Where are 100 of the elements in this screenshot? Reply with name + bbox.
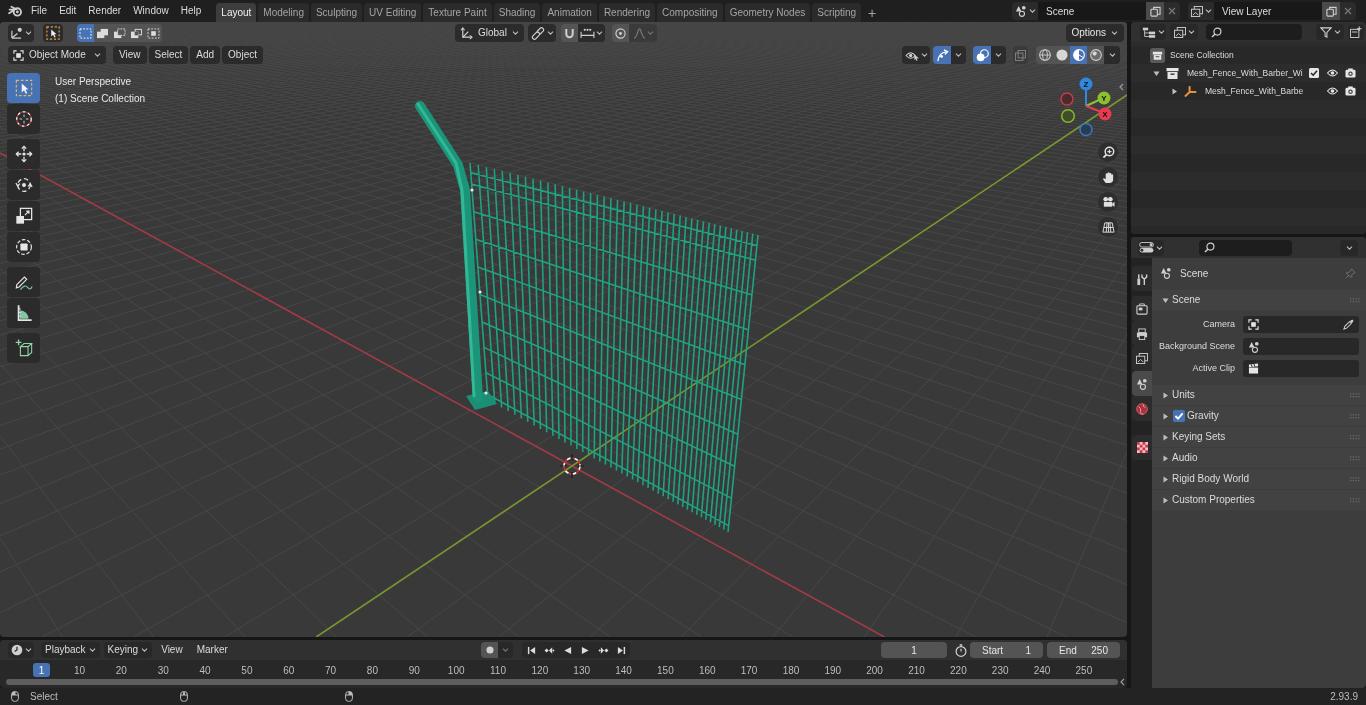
pan-button[interactable] [1098, 167, 1118, 187]
disclosure-triangle-icon[interactable] [1171, 87, 1178, 95]
workspace-tab[interactable]: Shading [493, 3, 541, 22]
visibility-dropdown[interactable] [902, 46, 930, 64]
workspace-tab[interactable]: Geometry Nodes [724, 3, 811, 22]
snap-target-dropdown[interactable] [578, 24, 605, 42]
scene-name-field[interactable]: Scene [1038, 2, 1146, 20]
disclosure-triangle-icon[interactable] [1162, 454, 1169, 462]
auto-keying-button[interactable] [481, 642, 498, 658]
view-layer-field[interactable]: View Layer [1214, 2, 1322, 20]
panel-header[interactable]: Scene [1152, 290, 1366, 310]
proportional-editing-button[interactable] [612, 24, 629, 42]
playhead[interactable]: 1 [33, 663, 50, 677]
outliner-item-label[interactable]: Mesh_Fence_With_Barber_Wi [1187, 66, 1303, 80]
search-field[interactable] [1199, 239, 1292, 256]
jump-to-end-button[interactable] [612, 642, 630, 658]
current-frame-field[interactable]: 1 [881, 642, 947, 658]
tool-button[interactable] [7, 170, 40, 200]
scene-browse-dropdown[interactable] [1012, 2, 1038, 20]
tool-button[interactable] [7, 298, 40, 328]
disclosure-triangle-icon[interactable] [1162, 475, 1169, 483]
tool-button[interactable] [7, 232, 40, 262]
editor-type-button[interactable] [8, 24, 34, 42]
workspace-tab[interactable]: Animation [542, 3, 597, 22]
disclosure-triangle-icon[interactable] [1162, 433, 1169, 441]
select-tool-button[interactable] [43, 24, 63, 42]
xray-toggle-button[interactable] [1013, 46, 1028, 64]
menu-item[interactable]: Help [180, 6, 202, 16]
selection-mode-button[interactable] [94, 24, 111, 42]
chevron-left-icon[interactable] [1120, 678, 1125, 686]
tool-button[interactable] [7, 104, 40, 134]
negative-z-axis-handle[interactable] [1079, 122, 1093, 137]
panel-header[interactable]: Gravity [1152, 406, 1366, 426]
disclosure-triangle-icon[interactable] [1162, 412, 1169, 420]
properties-tab[interactable] [1132, 396, 1152, 421]
panel-header[interactable]: Keying Sets [1152, 427, 1366, 447]
z-axis-handle[interactable]: Z [1079, 77, 1093, 107]
add-workspace-button[interactable]: + [865, 3, 880, 22]
jump-to-start-button[interactable] [522, 642, 540, 658]
close-button[interactable] [1164, 2, 1180, 20]
selection-mode-button[interactable] [111, 24, 128, 42]
workspace-tab[interactable]: Compositing [657, 3, 723, 22]
panel-header[interactable]: Units [1152, 385, 1366, 405]
disclosure-triangle-icon[interactable] [1162, 496, 1169, 504]
header-menu-button[interactable]: View [113, 46, 147, 64]
disclosure-triangle-icon[interactable] [1153, 69, 1160, 77]
editor-type-button[interactable] [8, 642, 34, 658]
eyedropper-icon[interactable] [1343, 319, 1354, 330]
zoom-button[interactable] [1098, 142, 1118, 162]
tool-button[interactable] [7, 267, 40, 297]
duplicate-button[interactable] [1322, 2, 1340, 20]
panel-header[interactable]: Rigid Body World [1152, 469, 1366, 489]
workspace-tab[interactable]: Scripting [812, 3, 862, 22]
properties-tab[interactable] [1132, 435, 1152, 460]
shading-mode-button[interactable] [1053, 46, 1070, 64]
menu-item[interactable]: File [31, 6, 48, 16]
camera-view-button[interactable] [1098, 192, 1118, 212]
workspace-tab[interactable]: UV Editing [364, 3, 422, 22]
header-menu-button[interactable]: Select [148, 46, 189, 64]
properties-tab[interactable] [1132, 266, 1152, 291]
negative-x-axis-handle[interactable] [1060, 92, 1074, 106]
menu-dropdown[interactable]: Playback [41, 642, 100, 658]
selection-mode-button[interactable] [77, 24, 94, 42]
duplicate-button[interactable] [1146, 2, 1164, 20]
menu-item[interactable]: Edit [59, 6, 77, 16]
shading-mode-button[interactable] [1036, 46, 1053, 64]
disclosure-triangle-icon[interactable] [1162, 391, 1169, 399]
transform-orientation-dropdown[interactable]: Global [455, 24, 524, 42]
checkbox-icon[interactable] [1309, 68, 1319, 78]
panel-header[interactable]: Custom Properties [1152, 490, 1366, 510]
editor-type-button[interactable] [1140, 24, 1166, 40]
projection-toggle-button[interactable] [1098, 217, 1118, 237]
properties-tab[interactable] [1132, 346, 1152, 371]
checkbox-icon[interactable] [1173, 410, 1185, 422]
camera-icon[interactable] [1345, 68, 1356, 78]
disclosure-triangle-icon[interactable] [1162, 296, 1169, 304]
panel-options-dropdown[interactable] [1340, 239, 1358, 256]
pivot-point-dropdown[interactable] [528, 24, 556, 42]
outliner-item-label[interactable]: Mesh_Fence_With_Barbe [1205, 84, 1304, 98]
options-dropdown[interactable]: Options [1065, 24, 1124, 42]
eye-icon[interactable] [1327, 87, 1338, 95]
workspace-tab[interactable]: Sculpting [310, 3, 363, 22]
workspace-tab[interactable]: Texture Paint [423, 3, 492, 22]
y-axis-handle[interactable]: Y [1085, 91, 1111, 107]
properties-tab[interactable] [1132, 371, 1152, 396]
header-menu-button[interactable]: Add [190, 46, 221, 64]
camera-icon[interactable] [1345, 86, 1356, 96]
display-mode-dropdown[interactable] [1170, 24, 1198, 40]
shading-mode-button[interactable] [1070, 46, 1087, 64]
editor-type-button[interactable] [1138, 239, 1164, 256]
overlay-toggle-button[interactable] [973, 46, 991, 64]
background-scene-field[interactable] [1243, 338, 1359, 355]
selection-mode-button[interactable] [145, 24, 162, 42]
x-axis-handle[interactable]: X [1085, 105, 1112, 121]
workspace-tab[interactable]: Rendering [598, 3, 656, 22]
menu-item[interactable]: View [161, 645, 183, 655]
gizmo-toggle-button[interactable] [933, 46, 951, 64]
shading-options-dropdown[interactable] [1104, 46, 1120, 64]
header-menu-button[interactable]: Object [222, 46, 263, 64]
eye-icon[interactable] [1327, 69, 1338, 77]
